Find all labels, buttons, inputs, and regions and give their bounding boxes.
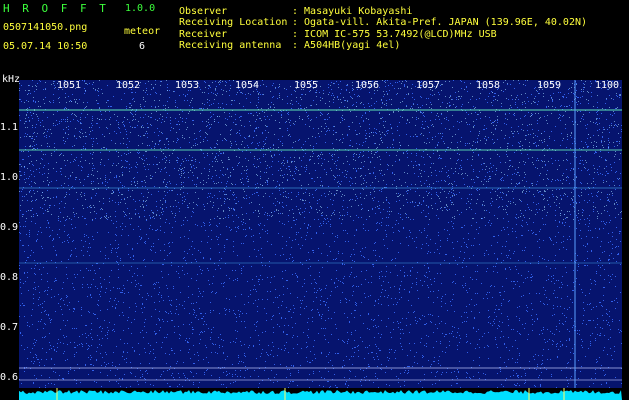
y-tick-label: 0.8	[0, 272, 19, 283]
x-tick-label: 1100	[595, 80, 620, 91]
spectrogram: 1051 1052 1053 1054 1055 1056 1057 1058 …	[19, 80, 622, 388]
location-label: Receiving Location	[179, 17, 288, 28]
y-tick-label: 1.1	[0, 122, 19, 133]
x-tick-label: 1056	[355, 80, 380, 91]
x-tick-label: 1051	[57, 80, 82, 91]
x-tick-label: 1058	[476, 80, 501, 91]
spectrogram-canvas	[19, 80, 622, 388]
meteor-label: meteor	[124, 26, 161, 37]
power-trace	[19, 390, 622, 400]
receiver-label: Receiver	[179, 29, 228, 40]
y-tick-label: 1.0	[0, 172, 19, 183]
power-baseline	[19, 388, 622, 400]
app-version: 1.0.0	[125, 3, 156, 14]
x-tick-label: 1059	[537, 80, 562, 91]
x-tick-label: 1057	[416, 80, 441, 91]
antenna-value: : A504HB(yagi 4el)	[292, 40, 401, 51]
location-value: : Ogata-vill. Akita-Pref. JAPAN (139.96E…	[292, 17, 588, 28]
y-axis-unit: kHz	[2, 74, 21, 85]
x-tick-label: 1053	[175, 80, 200, 91]
observer-value: : Masayuki Kobayashi	[292, 6, 413, 17]
y-tick-label: 0.9	[0, 222, 19, 233]
x-tick-label: 1052	[116, 80, 141, 91]
x-tick-label: 1055	[294, 80, 319, 91]
filename: 0507141050.png	[3, 22, 88, 33]
datetime: 05.07.14 10:50	[3, 41, 88, 52]
meteor-count: 6	[139, 41, 146, 52]
y-tick-label: 0.7	[0, 322, 19, 333]
receiver-value: : ICOM IC-575 53.7492(@LCD)MHz USB	[292, 29, 497, 40]
y-tick-label: 0.6	[0, 372, 19, 383]
app-name: H R O F F T	[3, 2, 109, 15]
noise-texture	[19, 80, 622, 388]
observer-label: Observer	[179, 6, 228, 17]
antenna-label: Receiving antenna	[179, 40, 282, 51]
x-tick-label: 1054	[235, 80, 260, 91]
